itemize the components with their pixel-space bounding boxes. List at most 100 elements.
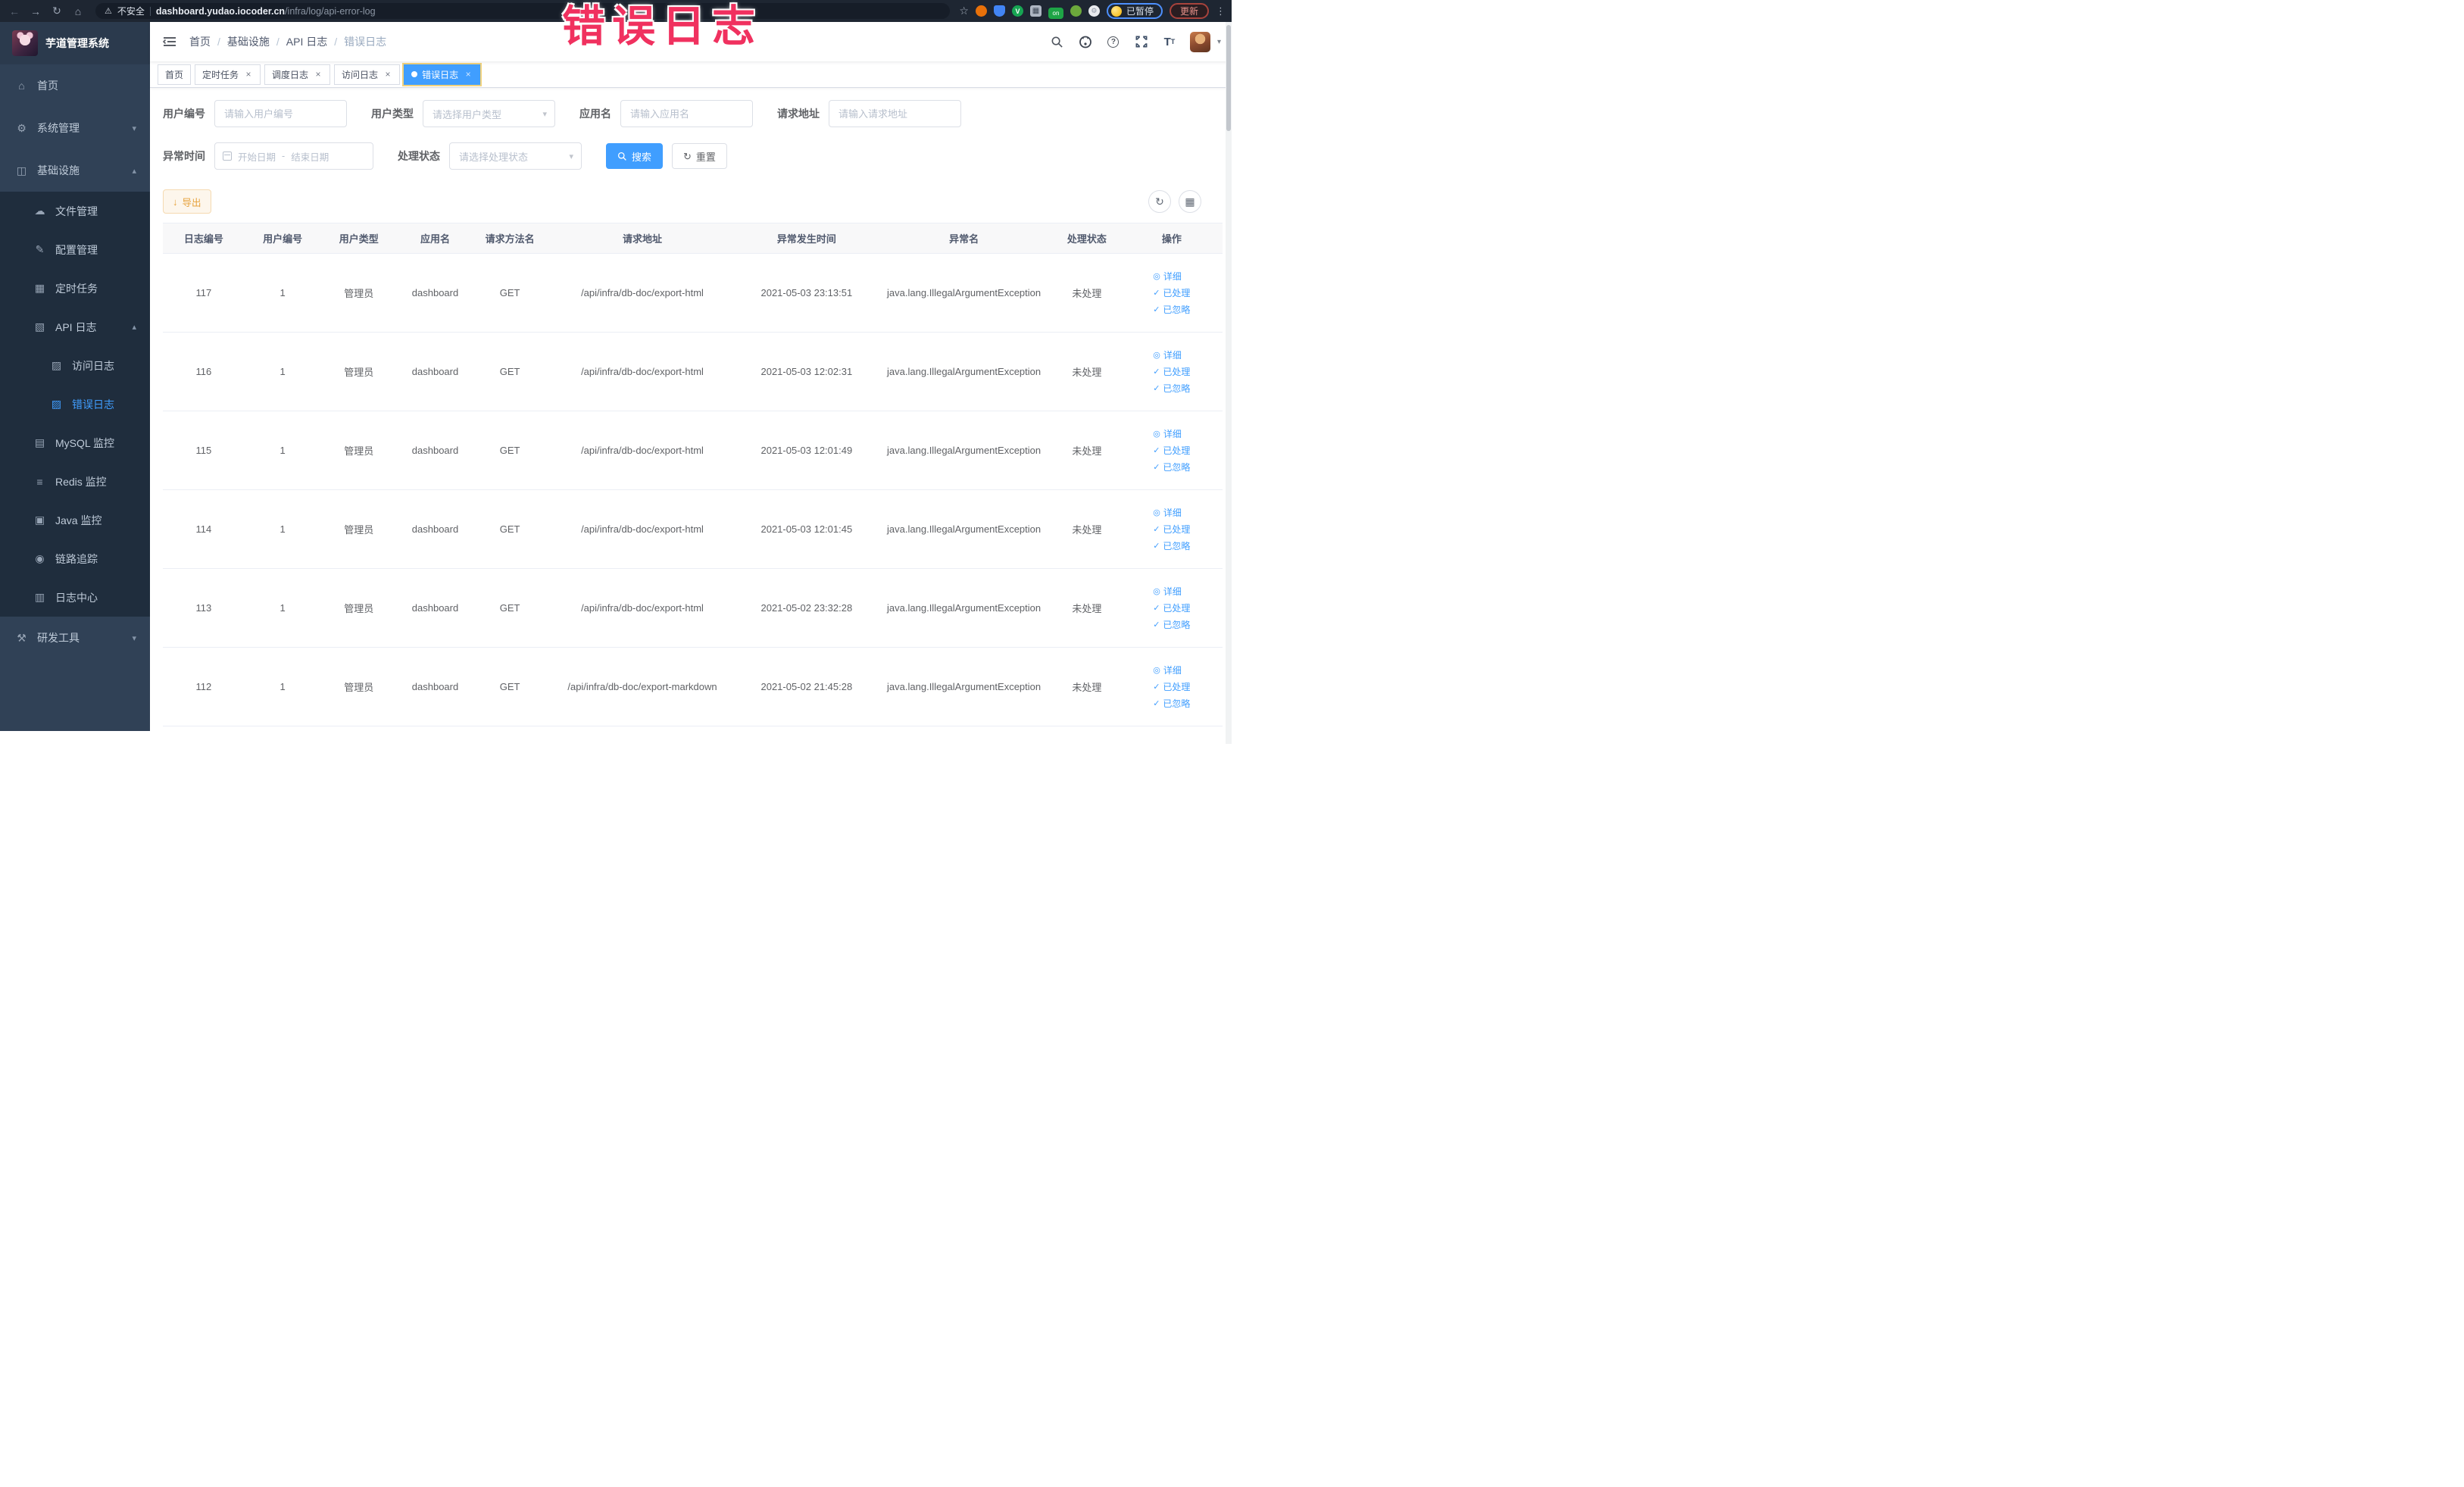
browser-menu-icon[interactable]: ⋮ — [1216, 5, 1226, 17]
fullscreen-icon[interactable] — [1134, 34, 1149, 49]
date-range-separator: - — [282, 151, 286, 161]
app-logo[interactable]: 芋道管理系统 — [0, 22, 150, 64]
bookmark-star-icon[interactable]: ☆ — [959, 5, 969, 17]
action-label: 详细 — [1163, 508, 1182, 518]
page-scrollbar[interactable] — [1226, 22, 1232, 744]
forward-icon[interactable]: → — [27, 3, 44, 20]
help-icon[interactable] — [1106, 34, 1121, 49]
update-button[interactable]: 更新 — [1169, 3, 1209, 19]
action-mark-ignored[interactable]: ✓ 已忽略 — [1153, 461, 1190, 473]
sidebar-item-trace[interactable]: ◉ 链路追踪 — [0, 539, 150, 578]
sidebar-item-schedule[interactable]: ▦ 定时任务 — [0, 269, 150, 308]
home-icon[interactable]: ⌂ — [70, 3, 86, 20]
tab-错误日志[interactable]: 错误日志 — [404, 64, 481, 85]
action-mark-processed[interactable]: ✓ 已处理 — [1153, 286, 1190, 299]
action-mark-processed[interactable]: ✓ 已处理 — [1153, 680, 1190, 693]
request-url-input[interactable] — [829, 100, 961, 127]
user-type-select[interactable]: 请选择用户类型 — [423, 100, 555, 127]
breadcrumb-item[interactable]: API 日志 — [286, 34, 327, 49]
sidebar-item-infrastructure[interactable]: ◫ 基础设施 ▴ — [0, 149, 150, 192]
action-mark-processed[interactable]: ✓ 已处理 — [1153, 444, 1190, 457]
eye-icon: ◎ — [1153, 508, 1160, 517]
sidebar-item-redis-monitor[interactable]: ≡ Redis 监控 — [0, 462, 150, 501]
sidebar-item-error-log[interactable]: ▨ 错误日志 — [0, 385, 150, 423]
action-mark-processed[interactable]: ✓ 已处理 — [1153, 601, 1190, 614]
close-tab-icon[interactable] — [244, 69, 253, 80]
avatar-caret-icon[interactable]: ▾ — [1217, 38, 1221, 46]
address-bar[interactable]: ⚠ 不安全 dashboard.yudao.iocoder.cn/infra/l… — [95, 3, 951, 19]
github-icon[interactable] — [1078, 34, 1093, 49]
cell-user-type: 管理员 — [320, 332, 398, 411]
sidebar-item-home[interactable]: ⌂ 首页 — [0, 64, 150, 107]
hamburger-icon[interactable] — [162, 34, 177, 49]
sidebar-item-dev-tools[interactable]: ⚒ 研发工具 ▾ — [0, 617, 150, 659]
action-detail[interactable]: ◎ 详细 — [1153, 427, 1182, 440]
sidebar-item-access-log[interactable]: ▨ 访问日志 — [0, 346, 150, 385]
table-toolbar: ↓ 导出 ↻ ▦ — [163, 189, 1223, 214]
tab-定时任务[interactable]: 定时任务 — [195, 64, 261, 85]
sidebar-item-log-center[interactable]: ▥ 日志中心 — [0, 578, 150, 617]
sidebar-item-java-monitor[interactable]: ▣ Java 监控 — [0, 501, 150, 539]
app-name-input[interactable] — [620, 100, 753, 127]
user-id-input[interactable] — [214, 100, 347, 127]
breadcrumb-item[interactable]: 首页 — [189, 34, 211, 49]
table-row: 116 1 管理员 dashboard GET/api/infra/db-doc/exp… — [163, 332, 1223, 411]
sidebar-item-api-log[interactable]: ▧ API 日志 ▴ — [0, 308, 150, 346]
sidebar-item-edit[interactable]: ✎ 配置管理 — [0, 230, 150, 269]
schedule-icon: ▦ — [34, 282, 45, 294]
not-secure-warning-icon: ⚠ — [105, 7, 112, 16]
sidebar-item-gear[interactable]: ⚙ 系统管理 ▾ — [0, 107, 150, 149]
action-detail[interactable]: ◎ 详细 — [1153, 585, 1182, 598]
exception-time-range-picker[interactable]: 开始日期 - 结束日期 — [214, 142, 373, 170]
paused-badge[interactable]: 已暂停 — [1106, 3, 1163, 19]
sidebar-item-cloud-upload[interactable]: ☁ 文件管理 — [0, 192, 150, 230]
user-avatar[interactable] — [1189, 31, 1210, 52]
extension-leaf-icon[interactable] — [1070, 5, 1082, 17]
tab-访问日志[interactable]: 访问日志 — [334, 64, 401, 85]
search-button[interactable]: 搜索 — [606, 143, 664, 169]
action-label: 已处理 — [1163, 603, 1191, 614]
export-button[interactable]: ↓ 导出 — [163, 189, 211, 214]
action-detail[interactable]: ◎ 详细 — [1153, 348, 1182, 361]
search-icon[interactable] — [1050, 34, 1065, 49]
eye-icon: ◎ — [1153, 587, 1160, 596]
sidebar-item-label: 文件管理 — [55, 205, 98, 217]
reload-icon[interactable]: ↻ — [48, 3, 65, 20]
tab-首页[interactable]: 首页 — [158, 64, 192, 85]
action-mark-processed[interactable]: ✓ 已处理 — [1153, 365, 1190, 378]
action-mark-ignored[interactable]: ✓ 已忽略 — [1153, 697, 1190, 710]
extension-orange-icon[interactable] — [975, 5, 987, 17]
refresh-table-button[interactable]: ↻ — [1148, 190, 1171, 213]
logo-avatar-image — [12, 30, 38, 56]
extensions-puzzle-icon[interactable] — [1088, 5, 1100, 17]
close-tab-icon[interactable] — [464, 69, 473, 80]
breadcrumb-item[interactable]: 基础设施 — [227, 34, 270, 49]
chevron-down-icon — [542, 109, 547, 119]
close-tab-icon[interactable] — [314, 69, 323, 80]
extension-v-icon[interactable] — [1011, 5, 1023, 17]
font-size-icon[interactable]: TT — [1162, 34, 1177, 49]
process-status-select[interactable]: 请选择处理状态 — [449, 142, 582, 170]
extension-shield-icon[interactable] — [993, 5, 1005, 17]
breadcrumb: 首页 基础设施 API 日志 错误日志 — [189, 34, 386, 49]
cell-log-id: 114 — [163, 489, 245, 569]
action-mark-ignored[interactable]: ✓ 已忽略 — [1153, 539, 1190, 552]
action-mark-ignored[interactable]: ✓ 已忽略 — [1153, 303, 1190, 316]
action-mark-ignored[interactable]: ✓ 已忽略 — [1153, 618, 1190, 631]
close-tab-icon[interactable] — [383, 69, 392, 80]
column-settings-button[interactable]: ▦ — [1179, 190, 1201, 213]
tab-调度日志[interactable]: 调度日志 — [264, 64, 331, 85]
action-mark-processed[interactable]: ✓ 已处理 — [1153, 523, 1190, 536]
action-detail[interactable]: ◎ 详细 — [1153, 270, 1182, 283]
main-area: 首页 基础设施 API 日志错误日志 TT ▾ — [150, 22, 1232, 744]
sidebar-item-label: 访问日志 — [72, 359, 114, 372]
reset-button[interactable]: ↻ 重置 — [672, 143, 727, 169]
extension-on-badge-icon[interactable] — [1048, 8, 1063, 19]
extension-grid-icon[interactable] — [1029, 5, 1042, 17]
action-detail[interactable]: ◎ 详细 — [1153, 506, 1182, 519]
action-mark-ignored[interactable]: ✓ 已忽略 — [1153, 382, 1190, 395]
sidebar-item-mysql-monitor[interactable]: ▤ MySQL 监控 — [0, 423, 150, 462]
scrollbar-thumb[interactable] — [1226, 25, 1231, 131]
action-detail[interactable]: ◎ 详细 — [1153, 664, 1182, 676]
back-icon[interactable]: ← — [6, 3, 23, 20]
